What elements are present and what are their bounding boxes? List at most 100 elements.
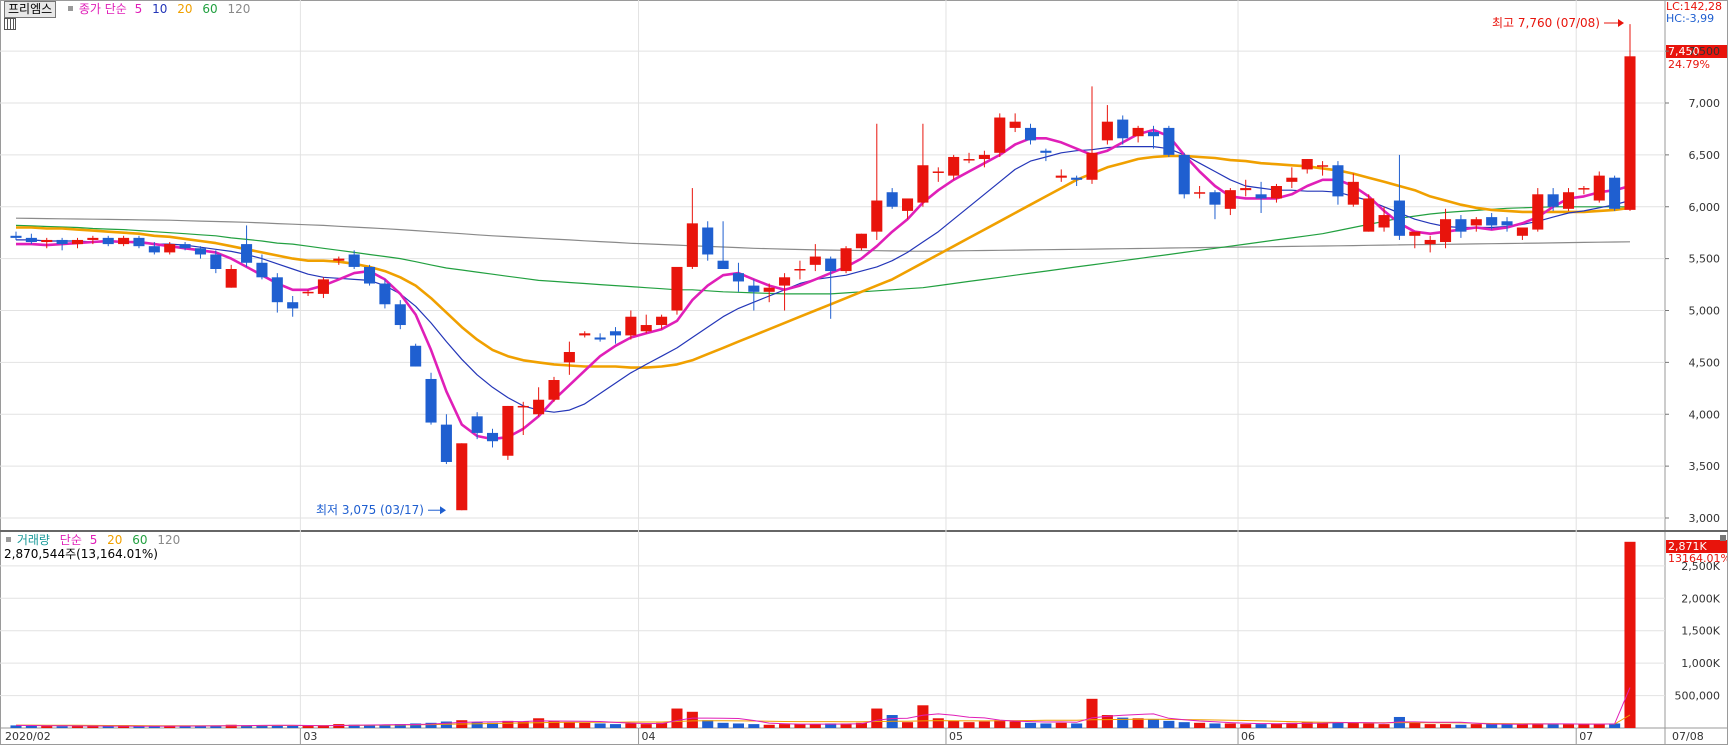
volume-bar (1147, 719, 1160, 728)
candle-body (502, 405, 514, 456)
candle (871, 123, 883, 240)
candle (502, 405, 514, 460)
volume-bar (994, 720, 1006, 728)
volume-bar (302, 726, 314, 728)
candle (1363, 194, 1375, 232)
price-tick-label: 6,000 (1689, 201, 1721, 214)
candle (241, 225, 253, 267)
volume-bar (779, 724, 791, 728)
price-ma5-line (16, 128, 1631, 441)
candle (886, 188, 898, 209)
candle-body (948, 156, 960, 176)
candle-body (1255, 194, 1267, 199)
candle (855, 233, 867, 251)
candle-body (1470, 219, 1482, 226)
candle-body (1270, 186, 1282, 199)
candle-body (1301, 159, 1313, 170)
candle-body (210, 254, 222, 269)
candle-body (1486, 217, 1498, 226)
candle (932, 167, 944, 182)
candle-body (1317, 165, 1329, 167)
volume-bar (1071, 723, 1083, 728)
candle-body (1009, 121, 1021, 128)
price-tick-label: 5,000 (1689, 305, 1721, 318)
volume_ma5-line (15, 687, 1631, 727)
date-tick-label: 2020/02 (5, 730, 51, 743)
volume-bar (932, 718, 944, 728)
candle-body (779, 277, 791, 286)
candle-body (640, 325, 652, 332)
volume-bar (1009, 721, 1021, 728)
candle-body (886, 192, 898, 207)
candle (794, 260, 806, 280)
candle-body (1332, 165, 1344, 197)
candle-body (1040, 150, 1052, 153)
volume-bar (1240, 724, 1252, 728)
candle-body (256, 262, 268, 278)
candle (1532, 188, 1544, 232)
volume-bar (1624, 541, 1636, 728)
candle-body (1071, 177, 1083, 180)
candle-body (1286, 177, 1298, 182)
candle-body (348, 254, 360, 267)
price-tick-label: 4,000 (1689, 408, 1721, 421)
candle (440, 414, 452, 465)
candle-body (1440, 219, 1452, 243)
candle (1178, 152, 1190, 199)
candle-body (41, 239, 53, 243)
volume-bar (41, 726, 53, 728)
candle-body (825, 258, 837, 272)
candle (456, 443, 468, 511)
candle-body (102, 237, 114, 245)
volume-bar (732, 723, 744, 728)
volume-bar (1224, 723, 1236, 728)
candle (118, 235, 130, 247)
volume-bar (640, 724, 652, 728)
candle-body (717, 260, 729, 269)
candle-body (1455, 219, 1467, 232)
volume-bar (1562, 724, 1575, 728)
low-arrow-icon (440, 506, 446, 515)
price-tick-label: 6,500 (1689, 149, 1721, 162)
candle-body (1224, 190, 1236, 209)
candle-body (1562, 192, 1575, 209)
candle-body (164, 244, 176, 253)
candle-body (1147, 132, 1160, 137)
candle (640, 314, 652, 334)
candle-body (1178, 154, 1190, 195)
volume-bar (1378, 724, 1390, 728)
volume-tick-label: 500,000 (1675, 690, 1721, 703)
candle-body (1593, 175, 1605, 201)
volume-bar (1593, 724, 1605, 728)
high-arrow-icon (1618, 19, 1624, 27)
candle-body (963, 159, 975, 161)
candle (410, 343, 422, 367)
candle (732, 262, 744, 292)
candle-body (1378, 215, 1390, 228)
candle (271, 273, 283, 313)
volume-bar (609, 724, 622, 728)
date-tick-label: 03 (303, 730, 317, 743)
volume-bar (702, 720, 714, 728)
volume-bar (579, 722, 591, 728)
candle (1516, 227, 1528, 240)
volume-bar (1055, 722, 1067, 728)
candle (10, 231, 22, 240)
candle-body (225, 269, 237, 288)
candle-body (133, 237, 145, 247)
stock-chart[interactable]: 3,000 3,500 4,000 4,500 5,000 5,500 6,000 6,500… (0, 0, 1728, 745)
date-tick-label: 04 (642, 730, 656, 743)
volume-bar (1455, 724, 1467, 728)
candle-body (317, 279, 329, 294)
volume-bar (948, 720, 960, 728)
candle-body (1363, 198, 1375, 232)
candle-body (118, 237, 130, 245)
candle (548, 376, 560, 402)
candle-body (1132, 127, 1144, 137)
candle (717, 221, 729, 269)
candle (563, 341, 575, 375)
candle-body (271, 277, 283, 303)
volume-bar (333, 724, 345, 728)
volume-tick-label: 2,500K (1681, 560, 1720, 573)
volume-bar (1424, 724, 1436, 728)
